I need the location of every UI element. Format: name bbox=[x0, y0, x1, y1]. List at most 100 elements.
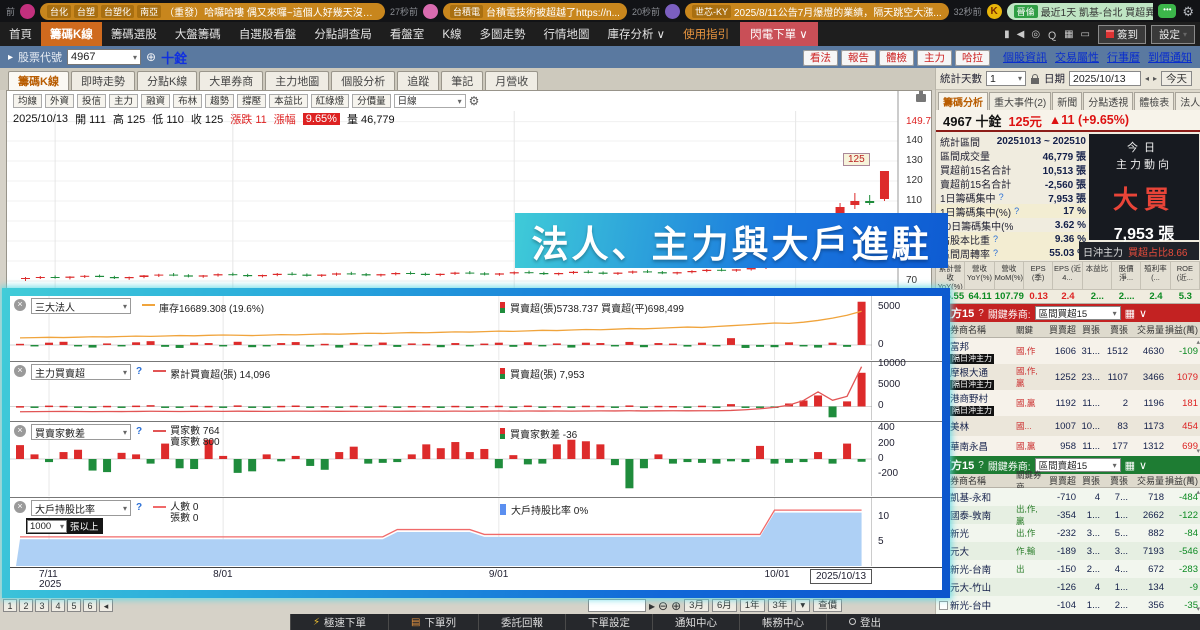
tab-0[interactable]: 籌碼K線 bbox=[8, 71, 69, 90]
menu-item[interactable]: 籌碼選股 bbox=[102, 22, 166, 46]
broker-row[interactable]: 富邦 隔日沖主力 國,作 1606 31... 1512 4630 -109 bbox=[936, 338, 1200, 364]
menu-item[interactable]: 大盤籌碼 bbox=[166, 22, 230, 46]
expand-caret-icon[interactable]: ▸ bbox=[8, 52, 13, 63]
tab-6[interactable]: 追蹤 bbox=[397, 71, 440, 90]
stock-tag[interactable]: 世芯-KY bbox=[691, 4, 731, 18]
help-icon[interactable]: ? bbox=[993, 248, 998, 258]
window-icon[interactable]: ▭ bbox=[1081, 29, 1090, 40]
stock-tag[interactable]: 台塑化 bbox=[101, 4, 135, 18]
analysis-tab-3[interactable]: 分點透視 bbox=[1083, 92, 1134, 110]
page-button[interactable]: 1 bbox=[3, 599, 17, 612]
quick-button[interactable]: 主力 bbox=[917, 49, 952, 66]
stock-name-link[interactable]: 十銓 bbox=[161, 48, 187, 67]
page-button[interactable]: ◂ bbox=[99, 599, 113, 612]
menu-item[interactable]: K線 bbox=[433, 22, 470, 46]
date-next-icon[interactable]: ▸ bbox=[1153, 74, 1157, 83]
quick-button[interactable]: 哈拉 bbox=[955, 49, 990, 66]
stock-tag[interactable]: 台塑 bbox=[74, 4, 99, 18]
indicator-button[interactable]: 布林 bbox=[173, 94, 203, 108]
chevron-down-icon[interactable]: ∨ bbox=[1139, 459, 1147, 472]
zoom-out-icon[interactable]: ⊖ bbox=[658, 600, 668, 612]
broker-row[interactable]: 港商野村 隔日沖主力 國,贏 1192 11... 2 1196 181 bbox=[936, 390, 1200, 416]
quick-link[interactable]: 交易屬性 bbox=[1055, 52, 1099, 64]
analysis-tab-0[interactable]: 籌碼分析 bbox=[938, 92, 988, 110]
panel-buyer-seller-count[interactable]: 400 200 0 -200 × 買賣家數差 ▾ ? 買家數 764 賣家數 800 買賣… bbox=[10, 422, 942, 498]
chevron-down-icon[interactable]: ∨ bbox=[1139, 307, 1147, 320]
analysis-tab-2[interactable]: 新聞 bbox=[1052, 92, 1083, 110]
menu-item[interactable]: 看盤室 bbox=[381, 22, 434, 46]
broker-row[interactable]: 元大 作,輸 -189 3... 3... 7193 -546 bbox=[936, 542, 1200, 560]
period-select[interactable]: 日線 ▾ bbox=[393, 94, 466, 108]
chat-search-icon[interactable]: Ｑ bbox=[1047, 27, 1057, 42]
date-input[interactable]: 2025/10/13 bbox=[1069, 71, 1141, 86]
quick-link[interactable]: 行事曆 bbox=[1107, 52, 1140, 64]
search-add-icon[interactable]: ⊕ bbox=[146, 50, 156, 64]
broker-row[interactable]: 元大-竹山 -126 4 1... 134 -9 bbox=[936, 578, 1200, 596]
stock-code-input[interactable]: 4967 ▾ bbox=[67, 49, 142, 65]
range-button[interactable]: 3月 bbox=[684, 599, 709, 612]
help-icon[interactable]: ? bbox=[136, 426, 142, 437]
help-icon[interactable]: ? bbox=[978, 460, 984, 471]
page-button[interactable]: 3 bbox=[35, 599, 49, 612]
quick-button[interactable]: 體檢 bbox=[879, 49, 914, 66]
indicator-button[interactable]: 撐壓 bbox=[237, 94, 267, 108]
menu-item[interactable]: 行情地圖 bbox=[534, 22, 598, 46]
stock-tag[interactable]: 南亞 bbox=[137, 4, 162, 18]
broker-row[interactable]: 摩根大通 隔日沖主力 國,作,贏 1252 23... 1107 3466 1079 bbox=[936, 364, 1200, 390]
broker-row[interactable]: 凱基-永和 -710 4 7... 718 -484 bbox=[936, 488, 1200, 506]
phone-icon[interactable]: ▮ bbox=[1004, 29, 1010, 40]
grid-icon[interactable]: ▦ bbox=[1125, 307, 1135, 320]
tab-8[interactable]: 月營收 bbox=[485, 71, 539, 90]
quick-button[interactable]: 報告 bbox=[841, 49, 876, 66]
broker-row[interactable]: 國泰-敦南 出,作,贏 -354 1... 1... 2662 -122 bbox=[936, 504, 1200, 526]
buy-filter-select[interactable]: 區間買超15 ▾ bbox=[1034, 306, 1121, 320]
panel4-select[interactable]: 大戶持股比率 ▾ bbox=[31, 500, 131, 516]
menu-item[interactable]: 首頁 bbox=[0, 22, 41, 46]
indicator-button[interactable]: 分價量 bbox=[352, 94, 391, 108]
tab-3[interactable]: 大單券商 bbox=[199, 71, 264, 90]
camera-icon[interactable] bbox=[916, 91, 926, 102]
analysis-tab-5[interactable]: 法人目標 bbox=[1175, 92, 1200, 110]
stock-tag[interactable]: 台積電 bbox=[450, 4, 484, 18]
chat-bubble-icon[interactable]: ••• bbox=[1158, 4, 1177, 18]
days-select[interactable]: 1 ▾ bbox=[986, 71, 1026, 86]
close-icon[interactable]: × bbox=[14, 425, 26, 437]
stats-icon[interactable]: ▦ bbox=[1064, 29, 1073, 40]
settings-button[interactable]: 設定 ▾ bbox=[1150, 24, 1195, 44]
range-button[interactable]: 3年 bbox=[767, 599, 793, 612]
lock-icon[interactable] bbox=[1031, 73, 1039, 84]
menu-item[interactable]: 多圖走勢 bbox=[470, 22, 534, 46]
broker-row[interactable]: 新光 出,作 -232 3... 5... 882 -84 bbox=[936, 524, 1200, 542]
threshold-select[interactable]: 1000 ▾ 張以上 bbox=[26, 518, 103, 534]
range-button[interactable]: 6月 bbox=[711, 599, 737, 612]
panel-major-net[interactable]: 10000 5000 0 × 主力買賣超 ▾ ? 累計買賣超(張) 14,096 買賣… bbox=[10, 358, 942, 422]
help-icon[interactable]: ? bbox=[999, 192, 1004, 202]
footer-item[interactable]: 委託回報 bbox=[477, 614, 565, 630]
indicator-button[interactable]: 融資 bbox=[141, 94, 171, 108]
broker-row[interactable]: 華南永昌 國,贏 958 11... 177 1312 699 bbox=[936, 436, 1200, 456]
query-price-button[interactable]: 查價 bbox=[813, 599, 843, 612]
gear-icon[interactable]: ⚙ bbox=[1182, 5, 1194, 18]
page-button[interactable]: 6 bbox=[83, 599, 97, 612]
footer-item[interactable]: 登出 bbox=[825, 614, 903, 630]
flash-order-button[interactable]: 閃電下單 ∨ bbox=[740, 22, 818, 46]
footer-item[interactable]: ⚡ 極速下單 bbox=[290, 614, 388, 630]
footer-item[interactable]: 通知中心 bbox=[651, 614, 739, 630]
broker-row[interactable]: 美林 國... 1007 10... 83 1173 454 bbox=[936, 416, 1200, 436]
panel1-select[interactable]: 三大法人 ▾ bbox=[31, 298, 131, 314]
date-prev-icon[interactable]: ◂ bbox=[1145, 74, 1149, 83]
range-input[interactable] bbox=[588, 599, 646, 612]
menu-item[interactable]: 籌碼K線 bbox=[41, 22, 102, 46]
page-button[interactable]: 2 bbox=[19, 599, 33, 612]
quick-button[interactable]: 看法 bbox=[803, 49, 838, 66]
indicator-button[interactable]: 趨勢 bbox=[205, 94, 235, 108]
help-icon[interactable]: ? bbox=[993, 234, 998, 244]
menu-item[interactable]: 庫存分析 ∨ bbox=[598, 22, 674, 46]
close-icon[interactable]: × bbox=[14, 299, 26, 311]
help-icon[interactable]: ? bbox=[136, 366, 142, 377]
footer-item[interactable]: 下單設定 bbox=[564, 614, 652, 630]
indicator-button[interactable]: 紅綠燈 bbox=[310, 94, 350, 108]
menu-item[interactable]: 使用指引 bbox=[674, 22, 738, 46]
panel-large-holders[interactable]: 10 5 × 大戶持股比率 ▾ ? 人數 0 張數 0 1000 ▾ 張以上 大戶持股比… bbox=[10, 498, 942, 568]
grid-icon[interactable]: ▦ bbox=[1125, 459, 1135, 472]
